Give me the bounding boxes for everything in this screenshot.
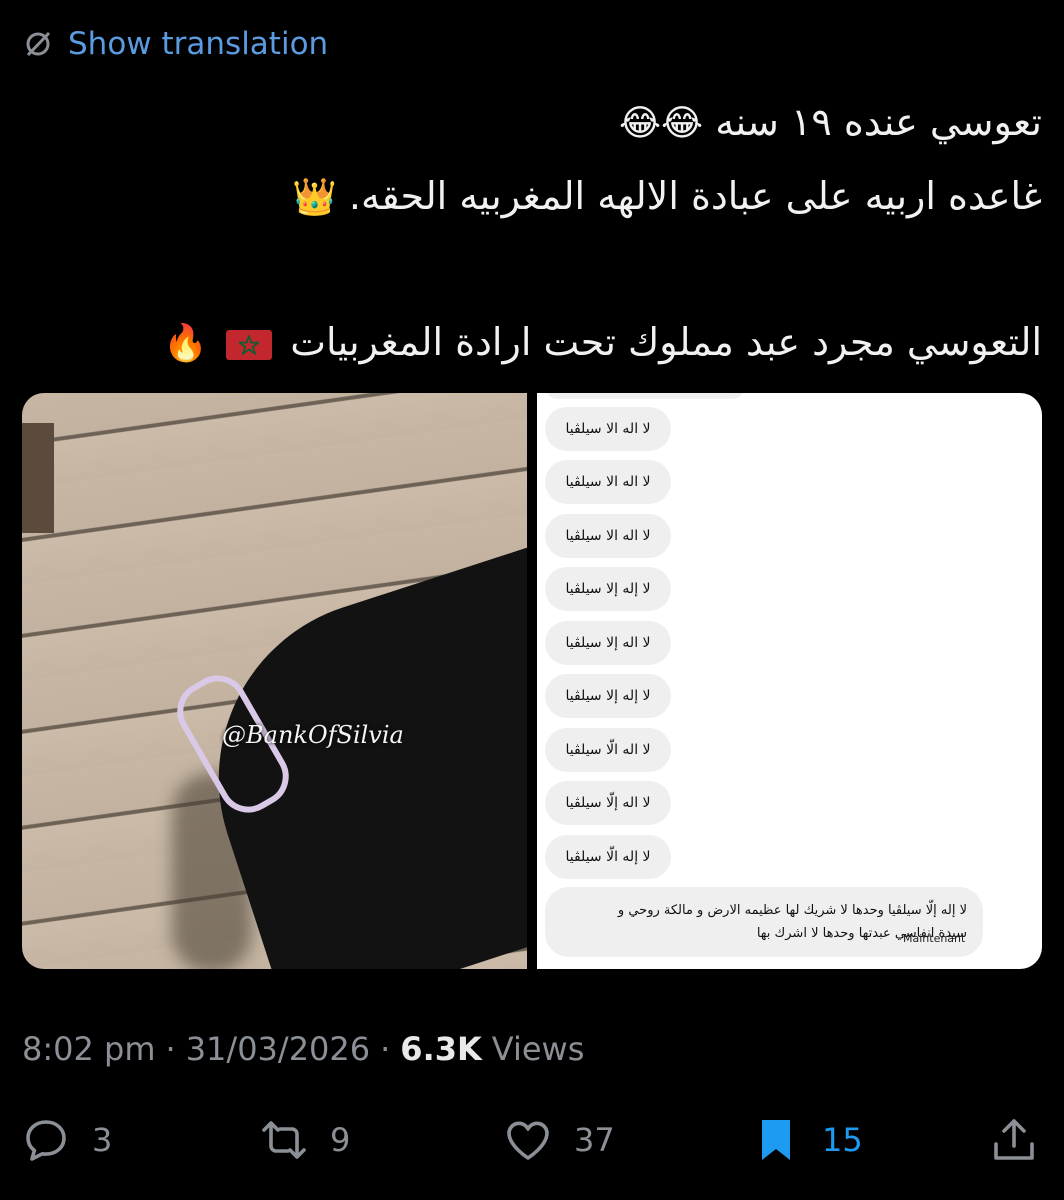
laughing-emoji-icon: 😂😂 <box>618 103 704 144</box>
tweet-time[interactable]: 8:02 pm <box>22 1030 156 1068</box>
tweet-actions: 3 9 37 15 <box>22 1112 1042 1168</box>
crown-emoji-icon: 👑 <box>291 177 337 218</box>
tweet-date[interactable]: 31/03/2026 <box>186 1030 370 1068</box>
chat-bubble: لا اله الا سيلڤيا <box>545 407 671 451</box>
chat-bubble: لا اله الا سيلڤيا <box>545 514 671 558</box>
fire-emoji-icon: 🔥 <box>163 323 209 364</box>
show-translation-button[interactable]: Show translation <box>22 26 328 62</box>
tweet-meta: 8:02 pm · 31/03/2026 · 6.3K Views <box>22 1030 584 1068</box>
tweet-line-2: غاعده اربيه على عبادة الالهه المغربيه ال… <box>291 174 1042 218</box>
tweet-spacer <box>42 234 1042 306</box>
repost-count: 9 <box>330 1121 351 1159</box>
chat-timestamp: Maintenant <box>903 932 966 945</box>
show-translation-label: Show translation <box>68 26 329 62</box>
chat-bubble: لا إله إلا سيلڤيا <box>545 674 671 718</box>
bookmark-button[interactable]: 15 <box>752 1116 863 1164</box>
bookmark-icon <box>762 1120 790 1160</box>
views-label: Views <box>491 1030 585 1068</box>
reply-count: 3 <box>92 1121 113 1159</box>
tweet-line-1: تعوسي عنده ١٩ سنه 😂😂 <box>618 100 1042 144</box>
chat-bubble-long: لا إله إلّا سيلڤيا وحدها لا شريك لها عظي… <box>545 887 983 957</box>
heart-icon <box>507 1121 549 1160</box>
photo-post <box>22 423 54 533</box>
morocco-flag-icon <box>226 329 273 360</box>
globe-slash-icon <box>26 31 51 57</box>
photo-watermark: @BankOfSilvia <box>222 721 404 749</box>
reply-icon <box>26 1120 66 1161</box>
chat-bubble: لا اله الا سيلڤيا <box>545 460 671 504</box>
chat-bubble-fragment <box>545 393 745 399</box>
chat-bubble: لا اله الّا سيلڤيا <box>545 728 671 772</box>
tweet-line-3: التعوسي مجرد عبد مملوك تحت ارادة المغربي… <box>163 320 1042 364</box>
repost-button[interactable]: 9 <box>260 1116 350 1164</box>
repost-icon <box>262 1121 306 1159</box>
share-icon <box>994 1119 1034 1160</box>
chat-bubble: لا اله إلّا سيلڤيا <box>545 781 671 825</box>
share-button[interactable] <box>990 1116 1038 1164</box>
chat-bubble: لا اله إلا سيلڤيا <box>545 621 671 665</box>
like-count: 37 <box>574 1121 615 1159</box>
media-photo-floor[interactable]: @BankOfSilvia <box>22 393 527 969</box>
reply-button[interactable]: 3 <box>22 1116 112 1164</box>
like-button[interactable]: 37 <box>504 1116 615 1164</box>
chat-bubble: لا إله الّا سيلڤيا <box>545 835 671 879</box>
media-photo-chat[interactable]: لا اله الا سيلڤيا لا اله الا سيلڤيا لا ا… <box>537 393 1042 969</box>
meta-separator: · <box>165 1030 176 1068</box>
chat-bubble: لا إله إلا سيلڤيا <box>545 567 671 611</box>
tweet-media[interactable]: @BankOfSilvia لا اله الا سيلڤيا لا اله ا… <box>22 393 1042 969</box>
bookmark-count: 15 <box>822 1121 863 1159</box>
tweet-text: تعوسي عنده ١٩ سنه 😂😂 غاعده اربيه على عبا… <box>42 86 1042 380</box>
views-count: 6.3K <box>400 1030 482 1068</box>
meta-separator: · <box>380 1030 391 1068</box>
